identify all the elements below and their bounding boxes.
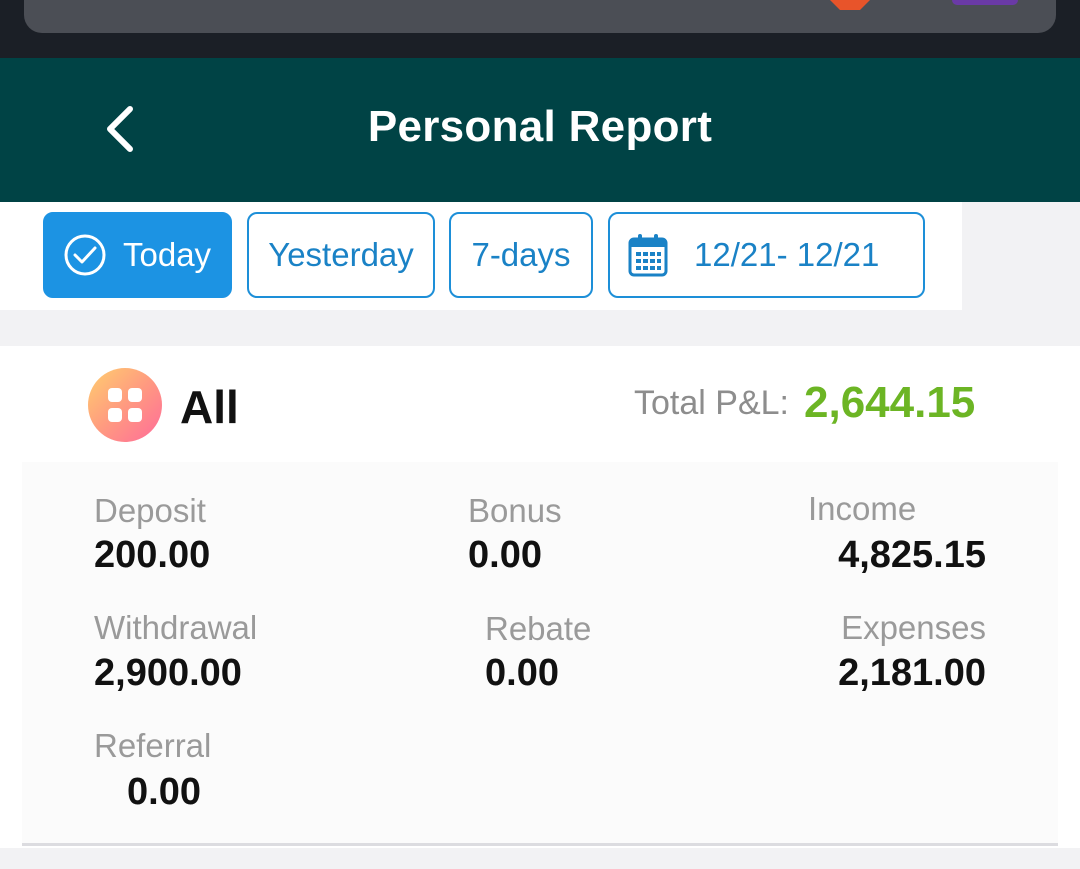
income-value: 4,825.15 (838, 534, 986, 576)
bonus-value: 0.00 (468, 534, 542, 576)
referral-value: 0.00 (127, 771, 201, 813)
total-pl-label: Total P&L: (634, 384, 789, 422)
deposit-label: Deposit (94, 492, 206, 529)
bonus-label: Bonus (468, 492, 562, 529)
withdrawal-value: 2,900.00 (94, 652, 242, 694)
check-circle-icon (64, 234, 106, 276)
category-label: All (180, 381, 239, 433)
deposit-value: 200.00 (94, 534, 211, 576)
filter-7days-label: 7-days (471, 236, 571, 273)
filter-7days-button[interactable]: 7-days (449, 212, 593, 298)
filter-yesterday-label: Yesterday (268, 236, 414, 273)
expenses-value: 2,181.00 (838, 652, 986, 694)
date-range-label: 12/21- 12/21 (694, 236, 880, 273)
calendar-icon (628, 234, 668, 277)
income-label: Income (808, 490, 917, 527)
expenses-label: Expenses (841, 609, 986, 646)
grid-apps-icon (88, 368, 162, 442)
filter-today-button[interactable]: Today (43, 212, 232, 298)
rebate-label: Rebate (485, 610, 592, 647)
rebate-value: 0.00 (485, 652, 559, 694)
total-pl-value: 2,644.15 (804, 378, 976, 427)
date-range-picker[interactable]: 12/21- 12/21 (608, 212, 925, 298)
page-title: Personal Report (367, 102, 713, 151)
top-banner-card (24, 0, 1056, 33)
withdrawal-label: Withdrawal (94, 609, 258, 646)
filter-yesterday-button[interactable]: Yesterday (247, 212, 435, 298)
referral-label: Referral (94, 727, 212, 764)
filter-today-label: Today (123, 236, 212, 273)
banner-decoration-purple (952, 0, 1018, 5)
banner-decoration (830, 0, 870, 10)
